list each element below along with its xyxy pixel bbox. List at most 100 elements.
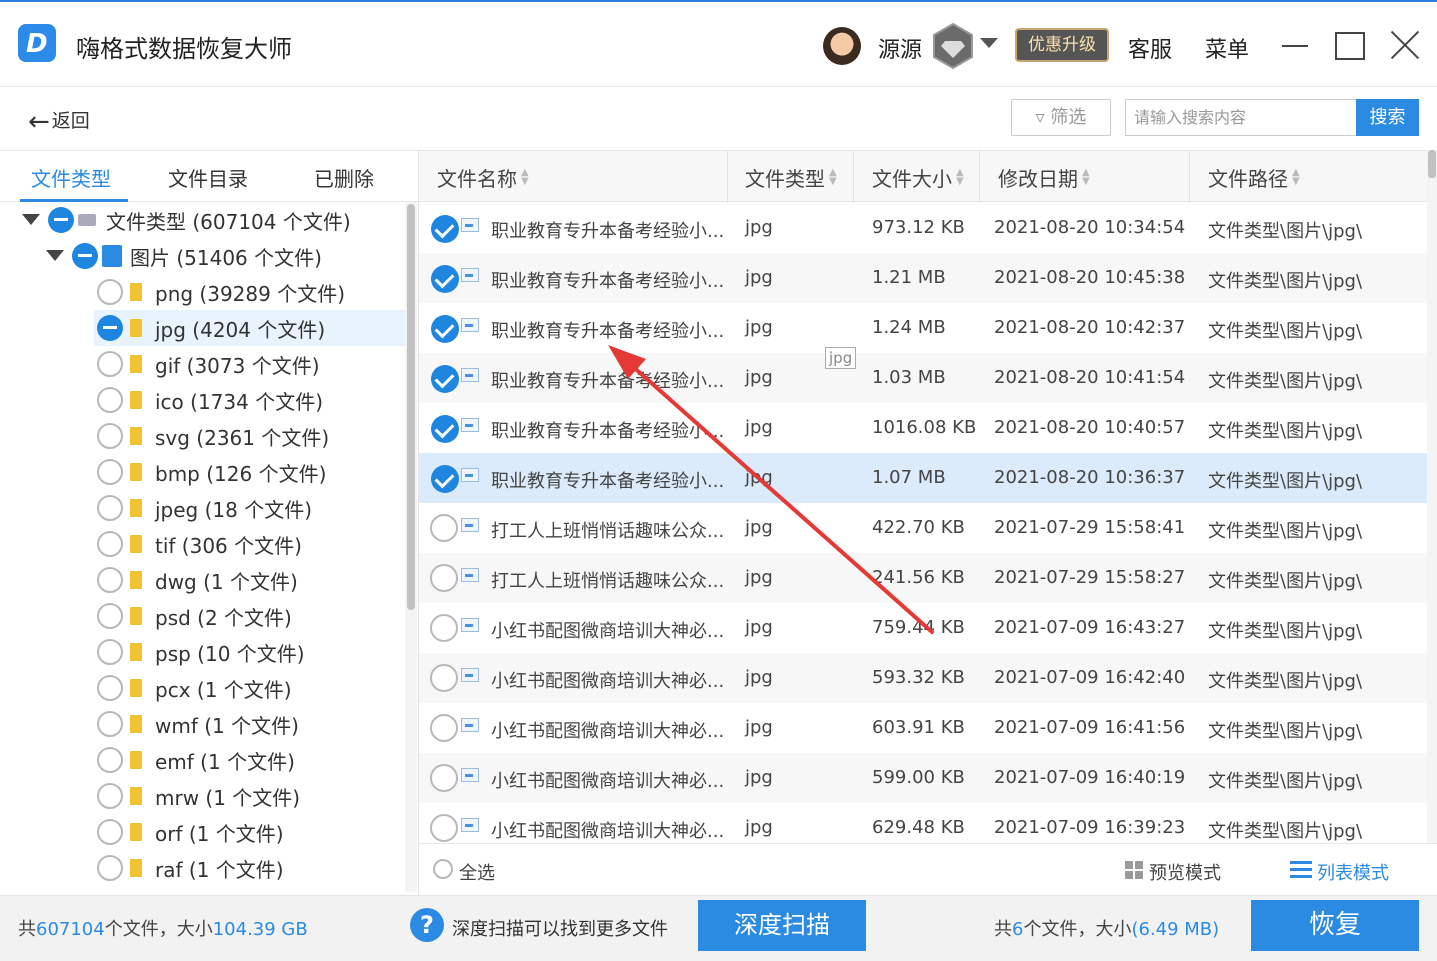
help-icon[interactable]: ? [410, 908, 444, 942]
column-separator[interactable] [727, 151, 728, 203]
checked-checkbox[interactable] [431, 465, 459, 493]
table-row[interactable]: 职业教育专升本备考经验小... jpg 1.07 MB 2021-08-20 10:3… [419, 453, 1427, 503]
tree-item-format[interactable]: gif (3073 个文件) [94, 346, 405, 382]
tree-item-format[interactable]: orf (1 个文件) [94, 814, 405, 850]
checkbox[interactable] [97, 603, 123, 629]
table-row[interactable]: 小红书配图微商培训大神必... jpg 759.44 KB 2021-07-09 16… [419, 603, 1427, 653]
select-all-checkbox[interactable] [433, 859, 453, 879]
checkbox[interactable] [97, 459, 123, 485]
vip-diamond-icon[interactable] [932, 22, 974, 70]
preview-mode-button[interactable]: 预览模式 [1149, 859, 1221, 885]
checkbox[interactable] [430, 514, 458, 542]
tree-item-format[interactable]: mrw (1 个文件) [94, 778, 405, 814]
checkbox[interactable] [97, 675, 123, 701]
checkbox[interactable] [430, 714, 458, 742]
chevron-down-icon[interactable] [980, 38, 998, 48]
tab-file-type[interactable]: 文件类型 [31, 163, 111, 192]
avatar[interactable] [823, 27, 861, 65]
search-input[interactable] [1125, 99, 1357, 136]
table-row[interactable]: 小红书配图微商培训大神必... jpg 593.32 KB 2021-07-09 16… [419, 653, 1427, 703]
checkbox[interactable] [97, 531, 123, 557]
checkbox[interactable] [97, 495, 123, 521]
tree-item-format[interactable]: svg (2361 个文件) [94, 418, 405, 454]
checkbox[interactable] [430, 564, 458, 592]
checkbox[interactable] [97, 747, 123, 773]
chevron-down-icon[interactable] [46, 250, 64, 261]
checkbox[interactable] [97, 387, 123, 413]
tree-item-format[interactable]: pcx (1 个文件) [94, 670, 405, 706]
tree-item-format[interactable]: ico (1734 个文件) [94, 382, 405, 418]
select-all-label[interactable]: 全选 [459, 859, 495, 885]
checkbox[interactable] [430, 814, 458, 842]
table-row[interactable]: 打工人上班悄悄话趣味公众... jpg 422.70 KB 2021-07-29 15… [419, 503, 1427, 553]
table-row[interactable]: 职业教育专升本备考经验小... jpg 1.21 MB 2021-08-20 10:4… [419, 253, 1427, 303]
tree-item-images[interactable]: 图片 (51406 个文件) [0, 238, 405, 274]
column-header-path[interactable]: 文件路径 ▲ ▼ [1208, 163, 1300, 192]
column-header-size[interactable]: 文件大小 ▲ ▼ [872, 163, 964, 192]
table-row[interactable]: 职业教育专升本备考经验小... jpg 1.24 MB 2021-08-20 10:4… [419, 303, 1427, 353]
table-row[interactable]: 职业教育专升本备考经验小... jpg 1.03 MB 2021-08-20 10:4… [419, 353, 1427, 403]
table-row[interactable]: 小红书配图微商培训大神必... jpg 629.48 KB 2021-07-09 16… [419, 803, 1427, 843]
back-button[interactable]: ← 返回 [28, 106, 90, 137]
tree-item-format[interactable]: psp (10 个文件) [94, 634, 405, 670]
tree-item-format[interactable]: wmf (1 个文件) [94, 706, 405, 742]
checkbox[interactable] [97, 639, 123, 665]
partial-checkbox[interactable] [97, 315, 123, 341]
checkbox[interactable] [97, 783, 123, 809]
partial-checkbox[interactable] [48, 207, 74, 233]
column-separator[interactable] [1189, 151, 1190, 203]
tree-scrollbar[interactable] [405, 202, 417, 892]
tab-file-directory[interactable]: 文件目录 [168, 163, 248, 192]
checked-checkbox[interactable] [431, 415, 459, 443]
checked-checkbox[interactable] [431, 215, 459, 243]
username[interactable]: 源源 [878, 32, 922, 64]
checkbox[interactable] [97, 351, 123, 377]
tree-item-format[interactable]: psd (2 个文件) [94, 598, 405, 634]
minimize-icon[interactable] [1282, 45, 1308, 47]
chevron-down-icon[interactable] [22, 214, 40, 225]
recover-button[interactable]: 恢复 [1251, 900, 1419, 951]
column-header-name[interactable]: 文件名称 ▲ ▼ [437, 163, 529, 192]
deep-scan-button[interactable]: 深度扫描 [698, 900, 866, 951]
table-row[interactable]: 职业教育专升本备考经验小... jpg 973.12 KB 2021-08-20 10… [419, 203, 1427, 253]
tree-item-format[interactable]: tif (306 个文件) [94, 526, 405, 562]
column-separator[interactable] [853, 151, 854, 203]
maximize-icon[interactable] [1335, 32, 1365, 60]
table-row[interactable]: 打工人上班悄悄话趣味公众... jpg 241.56 KB 2021-07-29 15… [419, 553, 1427, 603]
checkbox[interactable] [97, 423, 123, 449]
tree-item-format[interactable]: jpg (4204 个文件) [94, 310, 405, 346]
checkbox[interactable] [430, 614, 458, 642]
checkbox[interactable] [97, 567, 123, 593]
checkbox[interactable] [97, 819, 123, 845]
grid-view-icon[interactable] [1125, 861, 1143, 879]
search-button[interactable]: 搜索 [1356, 99, 1419, 136]
checked-checkbox[interactable] [431, 365, 459, 393]
tree-item-root[interactable]: 文件类型 (607104 个文件) [0, 202, 405, 238]
table-row[interactable]: 职业教育专升本备考经验小... jpg 1016.08 KB 2021-08-20 1… [419, 403, 1427, 453]
tree-item-format[interactable]: emf (1 个文件) [94, 742, 405, 778]
column-separator[interactable] [979, 151, 980, 203]
close-icon[interactable] [1390, 30, 1420, 60]
checkbox[interactable] [430, 664, 458, 692]
checkbox[interactable] [97, 855, 123, 881]
column-header-date[interactable]: 修改日期 ▲ ▼ [998, 163, 1090, 192]
menu-button[interactable]: 菜单 [1205, 32, 1249, 64]
scrollbar-thumb[interactable] [407, 204, 415, 610]
column-header-type[interactable]: 文件类型 ▲ ▼ [745, 163, 837, 192]
checkbox[interactable] [97, 279, 123, 305]
upgrade-button[interactable]: 优惠升级 [1015, 28, 1109, 62]
customer-service-button[interactable]: 客服 [1128, 32, 1172, 64]
table-row[interactable]: 小红书配图微商培训大神必... jpg 603.91 KB 2021-07-09 16… [419, 703, 1427, 753]
checkbox[interactable] [430, 764, 458, 792]
tree-item-format[interactable]: bmp (126 个文件) [94, 454, 405, 490]
checked-checkbox[interactable] [431, 265, 459, 293]
tree-item-format[interactable]: raf (1 个文件) [94, 850, 405, 886]
filter-button[interactable]: ▿ 筛选 [1011, 99, 1111, 136]
partial-checkbox[interactable] [72, 243, 98, 269]
table-scrollbar[interactable] [1427, 150, 1437, 843]
tree-item-format[interactable]: jpeg (18 个文件) [94, 490, 405, 526]
tree-item-format[interactable]: dwg (1 个文件) [94, 562, 405, 598]
tree-item-format[interactable]: png (39289 个文件) [94, 274, 405, 310]
table-row[interactable]: 小红书配图微商培训大神必... jpg 599.00 KB 2021-07-09 16… [419, 753, 1427, 803]
scrollbar-thumb[interactable] [1428, 150, 1436, 178]
